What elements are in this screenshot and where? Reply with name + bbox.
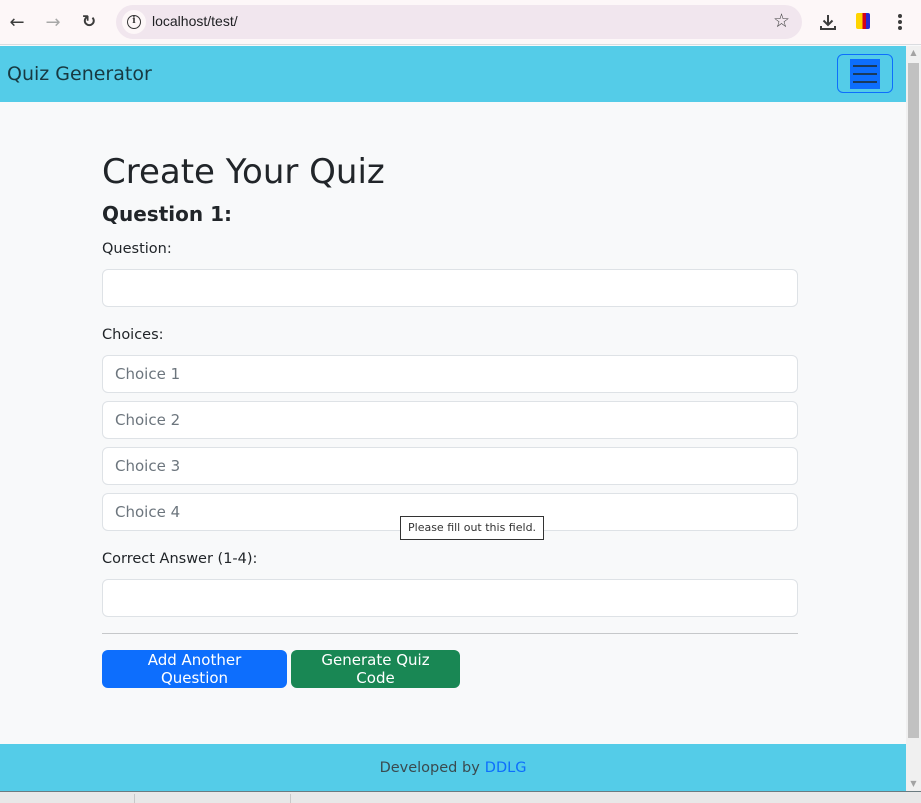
address-bar[interactable]: i localhost/test/ ☆ (116, 5, 802, 39)
info-icon: i (127, 15, 141, 29)
footer-link[interactable]: DDLG (485, 760, 527, 776)
hamburger-menu-icon (850, 58, 880, 89)
back-button[interactable]: ← (4, 9, 30, 35)
add-question-button[interactable]: Add Another Question (102, 650, 287, 688)
os-status-strip (0, 791, 921, 803)
browser-toolbar: ← → ↻ i localhost/test/ ☆ (0, 0, 921, 45)
footer-text: Developed by (379, 759, 480, 776)
validation-tooltip: Please fill out this field. (400, 516, 545, 540)
scroll-down-arrow-icon[interactable]: ▼ (906, 777, 921, 791)
correct-answer-input[interactable] (102, 579, 798, 617)
page-viewport: Quiz Generator Create Your Quiz Question… (0, 46, 906, 791)
vertical-scrollbar[interactable]: ▲ ▼ (906, 46, 921, 791)
reload-icon: ↻ (81, 12, 97, 32)
star-icon[interactable]: ☆ (773, 10, 790, 32)
url-text[interactable]: localhost/test/ (152, 13, 238, 29)
scroll-up-arrow-icon[interactable]: ▲ (906, 46, 921, 60)
forward-button[interactable]: → (40, 9, 66, 35)
arrow-left-icon: ← (9, 11, 25, 33)
choice-1-input[interactable] (102, 355, 798, 393)
extension-icon[interactable] (856, 13, 870, 29)
site-info-button[interactable]: i (122, 10, 146, 34)
download-icon (820, 15, 836, 30)
correct-answer-label: Correct Answer (1-4): (102, 551, 258, 567)
question-label: Question: (102, 241, 172, 257)
choice-2-input[interactable] (102, 401, 798, 439)
divider (102, 633, 798, 634)
kebab-menu-icon[interactable] (896, 12, 904, 32)
page-title: Create Your Quiz (102, 152, 385, 192)
download-button[interactable] (816, 10, 840, 34)
question-heading: Question 1: (102, 202, 232, 226)
navbar-toggler-button[interactable] (837, 54, 893, 93)
footer: Developed by DDLG (0, 744, 906, 791)
choices-label: Choices: (102, 327, 164, 343)
arrow-right-icon: → (45, 11, 61, 33)
scrollbar-thumb[interactable] (908, 63, 919, 738)
choice-3-input[interactable] (102, 447, 798, 485)
navbar-brand[interactable]: Quiz Generator (7, 63, 152, 85)
question-input[interactable] (102, 269, 798, 307)
generate-quiz-code-button[interactable]: Generate Quiz Code (291, 650, 460, 688)
reload-button[interactable]: ↻ (76, 9, 102, 35)
navbar: Quiz Generator (0, 46, 906, 102)
